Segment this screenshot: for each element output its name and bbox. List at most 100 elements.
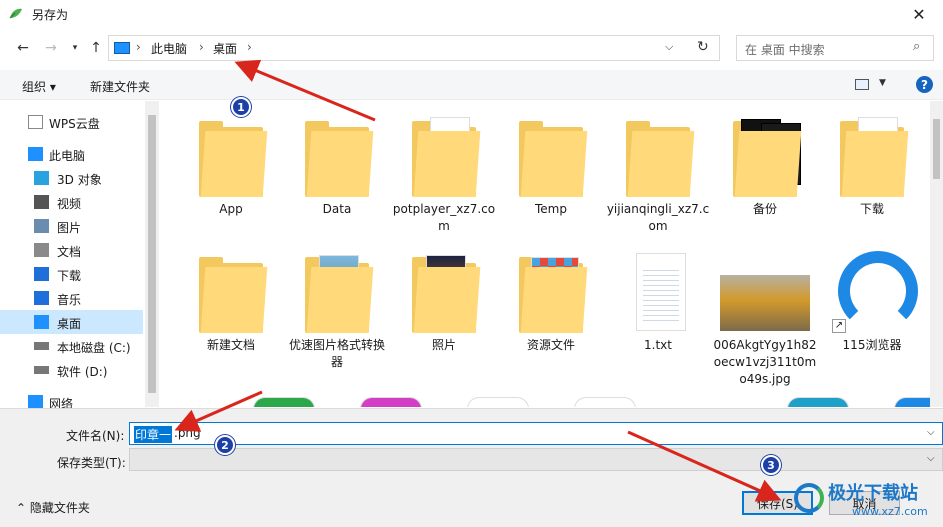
- file-name: Temp: [535, 202, 567, 216]
- hide-folders-label: 隐藏文件夹: [29, 501, 90, 515]
- file-item[interactable]: 1.txt: [605, 249, 711, 354]
- search-input[interactable]: 在 桌面 中搜索: [745, 41, 825, 58]
- up-button[interactable]: ↑: [85, 38, 107, 58]
- file-item[interactable]: 新建文档: [178, 249, 284, 354]
- refresh-icon[interactable]: ↻: [697, 39, 709, 55]
- sidebar-item-1[interactable]: 此电脑: [0, 142, 143, 166]
- close-button[interactable]: ✕: [895, 0, 943, 28]
- save-as-dialog: 另存为 ✕ ← → ▾ ↑ › 此电脑 › 桌面 › ⌵ ↻ 在 桌面 中搜索 …: [0, 0, 943, 527]
- navigation-bar: ← → ▾ ↑ › 此电脑 › 桌面 › ⌵ ↻ 在 桌面 中搜索 ⌕: [0, 30, 943, 66]
- file-list-scrollbar[interactable]: [930, 101, 943, 407]
- file-item[interactable]: Data: [284, 113, 390, 218]
- file-item-partial[interactable]: [574, 397, 636, 407]
- breadcrumb-this-pc[interactable]: 此电脑: [151, 40, 187, 57]
- sidebar-item-label: 本地磁盘 (C:): [57, 341, 131, 355]
- filename-selected-text[interactable]: 印章一: [134, 426, 173, 443]
- window-title: 另存为: [32, 8, 69, 22]
- annotation-marker-1: 1: [231, 97, 251, 117]
- browser-shortcut-icon: ↗: [832, 249, 918, 333]
- sidebar-item-5[interactable]: 文档: [0, 238, 143, 262]
- help-icon[interactable]: ?: [916, 76, 933, 93]
- hide-folders-toggle[interactable]: ⌃ 隐藏文件夹: [16, 499, 90, 516]
- sidebar-item-4[interactable]: 图片: [0, 214, 143, 238]
- file-name: 下载: [859, 202, 884, 216]
- view-mode-icon[interactable]: [855, 79, 869, 90]
- folder-image-icon: [303, 249, 374, 333]
- annotation-marker-2: 2: [215, 435, 235, 455]
- file-name: 1.txt: [644, 338, 672, 352]
- filename-label: 文件名(N):: [66, 429, 125, 443]
- sidebar-item-10[interactable]: 软件 (D:): [0, 358, 143, 382]
- file-item-partial[interactable]: [253, 397, 315, 407]
- sidebar-item-7[interactable]: 音乐: [0, 286, 143, 310]
- sidebar-item-label: 音乐: [57, 293, 82, 307]
- back-button[interactable]: ←: [12, 38, 34, 58]
- file-item-partial[interactable]: [467, 397, 529, 407]
- file-item[interactable]: 备份: [712, 113, 818, 218]
- sidebar-item-2[interactable]: 3D 对象: [0, 166, 143, 190]
- drive-icon: [34, 342, 49, 350]
- file-item[interactable]: ↗ 115浏览器: [819, 249, 925, 354]
- sidebar-item-0[interactable]: WPS云盘: [0, 110, 143, 134]
- filename-field[interactable]: 印章一 .png ⌵: [129, 422, 943, 445]
- file-item[interactable]: 优速图片格式转换器: [284, 249, 390, 371]
- sidebar-item-label: 3D 对象: [57, 173, 102, 187]
- sidebar-item-6[interactable]: 下载: [0, 262, 143, 286]
- sidebar-item-label: 此电脑: [49, 149, 86, 163]
- folder-image-icon: [731, 113, 802, 197]
- search-box[interactable]: 在 桌面 中搜索 ⌕: [736, 35, 934, 61]
- organize-button[interactable]: 组织 ▾: [22, 78, 56, 95]
- file-item[interactable]: 下载: [819, 113, 925, 218]
- filename-extension-text[interactable]: .png: [174, 426, 201, 440]
- cloud-doc-icon: [28, 115, 43, 129]
- file-item[interactable]: 资源文件: [498, 249, 604, 354]
- file-name: 优速图片格式转换器: [288, 338, 385, 369]
- arrow-up-icon: ↑: [90, 40, 102, 56]
- watermark-text: 极光下载站: [828, 483, 918, 504]
- scrollbar-thumb[interactable]: [933, 119, 940, 179]
- breadcrumb-desktop[interactable]: 桌面: [213, 40, 237, 57]
- chevron-right-icon: ›: [199, 40, 204, 54]
- chevron-down-icon[interactable]: ⌵: [927, 453, 935, 464]
- file-item-partial[interactable]: [787, 397, 849, 407]
- command-toolbar: 组织 ▾ 新建文件夹 ▼ ?: [0, 70, 943, 100]
- document-icon: [34, 243, 49, 257]
- cube-3d-icon: [34, 171, 49, 185]
- drive-icon: [34, 366, 49, 374]
- file-item[interactable]: Temp: [498, 113, 604, 218]
- file-item-partial[interactable]: [894, 397, 930, 407]
- scrollbar-thumb[interactable]: [148, 115, 156, 393]
- music-icon: [34, 291, 49, 305]
- sidebar-item-9[interactable]: 本地磁盘 (C:): [0, 334, 143, 358]
- arrow-right-icon: →: [45, 40, 57, 56]
- file-item[interactable]: 照片: [391, 249, 497, 354]
- filetype-select[interactable]: ⌵: [129, 448, 943, 471]
- file-item[interactable]: yijianqingli_xz7.com: [605, 113, 711, 235]
- save-options-panel: 文件名(N): 印章一 .png ⌵ 保存类型(T): ⌵ ⌃ 隐藏文件夹 保存…: [0, 408, 943, 527]
- close-icon: ✕: [912, 4, 926, 24]
- chevron-down-icon[interactable]: ⌵: [927, 427, 935, 438]
- video-icon: [34, 195, 49, 209]
- file-name: 备份: [752, 202, 777, 216]
- file-item[interactable]: App: [178, 113, 284, 218]
- file-name: 照片: [431, 338, 456, 352]
- arrow-left-icon: ←: [17, 40, 29, 56]
- file-item[interactable]: 006AkgtYgy1h82oecw1vzj311t0mo49s.jpg: [712, 249, 818, 388]
- file-item[interactable]: potplayer_xz7.com: [391, 113, 497, 235]
- forward-button[interactable]: →: [40, 38, 62, 58]
- address-bar[interactable]: › 此电脑 › 桌面 › ⌵ ↻: [108, 35, 720, 61]
- sidebar-scrollbar[interactable]: [145, 101, 159, 407]
- search-icon[interactable]: ⌕: [913, 39, 920, 54]
- recent-locations-button[interactable]: ▾: [64, 38, 86, 58]
- image-thumbnail: [720, 249, 810, 333]
- new-folder-button[interactable]: 新建文件夹: [90, 78, 150, 95]
- address-dropdown-icon[interactable]: ⌵: [665, 40, 673, 54]
- sidebar-item-8[interactable]: 桌面: [0, 310, 143, 334]
- sidebar-item-label: 图片: [57, 221, 82, 235]
- view-dropdown-icon[interactable]: ▼: [879, 78, 886, 88]
- file-name: potplayer_xz7.com: [392, 202, 496, 233]
- file-item-partial[interactable]: [360, 397, 422, 407]
- chevron-down-icon: ▾: [72, 43, 78, 53]
- sidebar-item-3[interactable]: 视频: [0, 190, 143, 214]
- annotation-marker-3: 3: [761, 455, 781, 475]
